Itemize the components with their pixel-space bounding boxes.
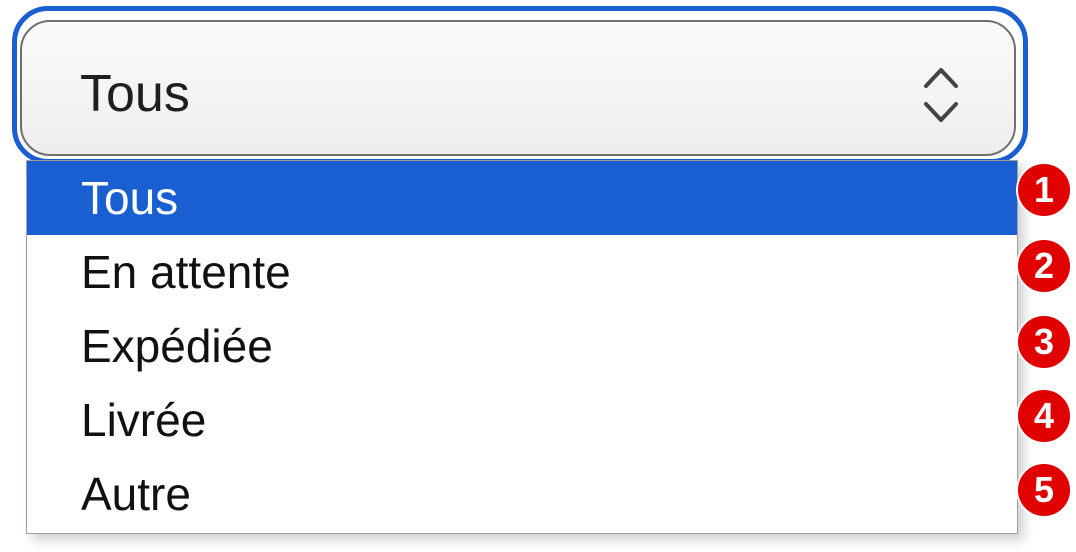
option-livree[interactable]: Livrée bbox=[27, 383, 1017, 457]
status-select-value: Tous bbox=[80, 65, 190, 123]
option-tous[interactable]: Tous bbox=[27, 161, 1017, 235]
option-number-badge-5: 5 bbox=[1016, 462, 1072, 518]
option-number-badge-2: 2 bbox=[1016, 238, 1072, 294]
option-number-badge-1: 1 bbox=[1016, 162, 1072, 218]
status-dropdown-list: Tous En attente Expédiée Livrée Autre bbox=[26, 160, 1018, 534]
option-autre[interactable]: Autre bbox=[27, 457, 1017, 531]
option-expediee[interactable]: Expédiée bbox=[27, 309, 1017, 383]
option-number-badge-4: 4 bbox=[1016, 388, 1072, 444]
up-down-chevron-icon bbox=[918, 62, 964, 128]
option-en-attente[interactable]: En attente bbox=[27, 235, 1017, 309]
option-number-badge-3: 3 bbox=[1016, 314, 1072, 370]
